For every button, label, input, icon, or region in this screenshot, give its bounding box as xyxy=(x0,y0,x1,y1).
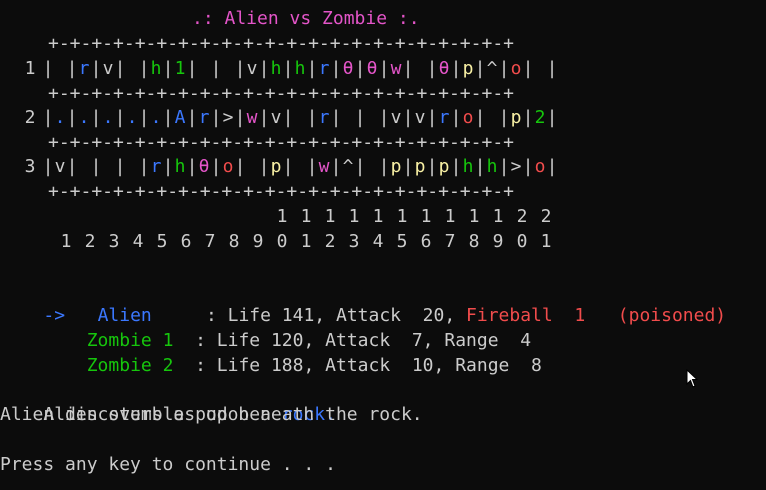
board-border-top: +-+-+-+-+-+-+-+-+-+-+-+-+-+-+-+-+-+-+-+-… xyxy=(48,33,514,54)
column-digit xyxy=(126,205,150,229)
terminal-window[interactable]: .: Alien vs Zombie :. +-+-+-+-+-+-+-+-+-… xyxy=(0,0,766,490)
column-digit: 5 xyxy=(396,231,408,252)
column-digit: 1 xyxy=(276,206,288,227)
column-digit: 1 xyxy=(444,206,456,227)
column-digit: 1 xyxy=(300,206,312,227)
column-digit: 6 xyxy=(180,231,192,252)
column-numbers-tens: 111111111122 xyxy=(0,205,766,229)
column-digit: 0 xyxy=(276,231,288,252)
column-digit: 4 xyxy=(372,231,384,252)
board-border: +-+-+-+-+-+-+-+-+-+-+-+-+-+-+-+-+-+-+-+-… xyxy=(48,132,514,153)
column-digit xyxy=(54,205,78,229)
column-digit: 1 xyxy=(420,206,432,227)
column-digit: 8 xyxy=(228,231,240,252)
column-digit: 2 xyxy=(516,206,528,227)
column-digit: 7 xyxy=(444,231,456,252)
column-digit: 1 xyxy=(300,231,312,252)
board-row-2: 2 |. |. |. |. |. | A | r | > | w | v | | r | | | v | v | r | o | … xyxy=(0,106,766,130)
column-digit: 9 xyxy=(252,231,264,252)
column-digit: 1 xyxy=(540,231,552,252)
column-digit: 7 xyxy=(204,231,216,252)
column-digit: 1 xyxy=(468,206,480,227)
status-zombie-2: Zombie 2 : Life 188, Attack 10, Range 8 xyxy=(0,330,542,376)
column-digit: 1 xyxy=(492,206,504,227)
column-digit: 2 xyxy=(324,231,336,252)
message-line-1: Alien stumbles upon a rock. xyxy=(0,379,336,425)
column-digit xyxy=(198,205,222,229)
status-zombie-1: Zombie 1 : Life 120, Attack 7, Range 4 xyxy=(0,305,531,351)
column-digit: 1 xyxy=(372,206,384,227)
column-digit xyxy=(222,205,246,229)
board-row-1: 1 | | r | v | | h | 1 | | | v | h | h | r | θ | θ | w | | θ | p | ^… xyxy=(0,57,766,81)
cell-separator: | xyxy=(546,107,558,128)
column-digit: 3 xyxy=(108,231,120,252)
column-digit: 4 xyxy=(132,231,144,252)
column-digit: 1 xyxy=(348,206,360,227)
column-digit: 5 xyxy=(156,231,168,252)
column-digit xyxy=(78,205,102,229)
zombie-2-stats: : Life 188, Attack 10, Range 8 xyxy=(195,355,542,376)
game-title: .: Alien vs Zombie :. xyxy=(192,8,420,29)
column-digit: 2 xyxy=(540,206,552,227)
cell-separator: | xyxy=(546,156,558,177)
zombie-2-name: Zombie 2 xyxy=(86,355,174,376)
alien-effect: (poisoned) xyxy=(617,305,727,326)
column-digit: 0 xyxy=(516,231,528,252)
continue-prompt[interactable]: Press any key to continue . . . xyxy=(0,453,336,477)
column-digit: 6 xyxy=(420,231,432,252)
column-digit: 8 xyxy=(468,231,480,252)
cell-separator: | xyxy=(546,58,558,79)
column-digit xyxy=(246,205,270,229)
column-numbers-ones: 123456789012345678901 xyxy=(0,230,766,254)
status-alien: -> Alien : Life 141, Attack 20, Fireball… xyxy=(0,280,726,326)
board-border: +-+-+-+-+-+-+-+-+-+-+-+-+-+-+-+-+-+-+-+-… xyxy=(48,83,514,104)
mouse-pointer-icon xyxy=(686,368,699,394)
column-digit: 1 xyxy=(60,231,72,252)
column-digit xyxy=(150,205,174,229)
board-border-bottom: +-+-+-+-+-+-+-+-+-+-+-+-+-+-+-+-+-+-+-+-… xyxy=(48,181,514,202)
board-row-3: 3 | v | | | | r | h | θ | o | | p | | w | ^ | | p | p | p | h | h… xyxy=(0,155,766,179)
message-line-2: Alien discovers a pod beneath the rock. xyxy=(0,404,423,425)
column-digit: 9 xyxy=(492,231,504,252)
column-digit xyxy=(174,205,198,229)
column-digit: 1 xyxy=(396,206,408,227)
column-digit: 3 xyxy=(348,231,360,252)
column-digit: 1 xyxy=(324,206,336,227)
column-digit xyxy=(102,205,126,229)
column-digit: 2 xyxy=(84,231,96,252)
